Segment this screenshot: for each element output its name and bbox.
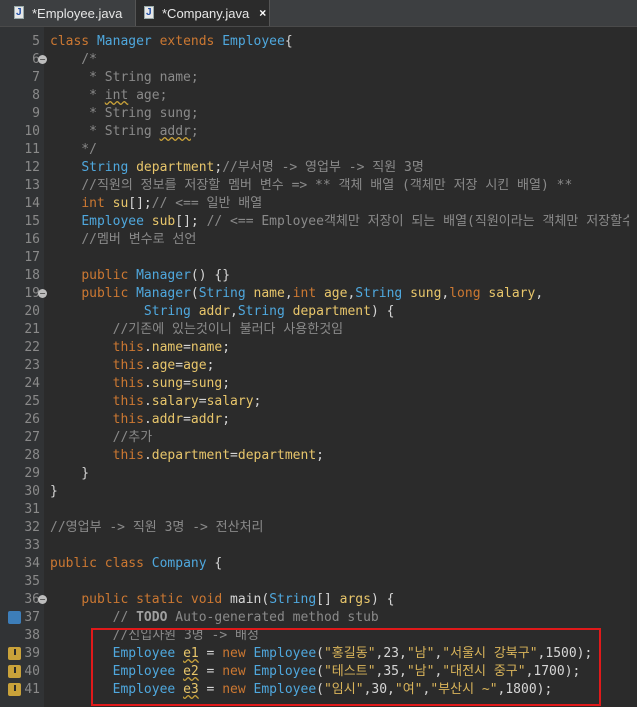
code-line[interactable]: * String sung;: [50, 105, 199, 123]
close-icon[interactable]: ×: [259, 6, 266, 20]
line-number: 6: [32, 52, 40, 67]
code-line[interactable]: * String name;: [50, 69, 199, 87]
java-file-icon: J: [144, 6, 156, 20]
code-line[interactable]: //멤버 변수로 선언: [50, 231, 196, 249]
code-line[interactable]: this.salary=salary;: [50, 393, 262, 411]
tab-company-java[interactable]: J *Company.java ×: [135, 0, 270, 26]
line-number: 12: [24, 160, 40, 175]
code-line[interactable]: public static void main(String[] args) {: [50, 591, 394, 609]
line-number: 14: [24, 196, 40, 211]
code-line[interactable]: String addr,String department) {: [50, 303, 395, 321]
code-line[interactable]: }: [50, 483, 58, 501]
code-line[interactable]: Employee sub[]; // <== Employee객체만 저장이 되…: [50, 213, 637, 231]
line-number: 9: [32, 106, 40, 121]
code-line[interactable]: */: [50, 141, 97, 159]
fold-toggle-icon[interactable]: −: [38, 289, 47, 298]
line-number: 17: [24, 250, 40, 265]
code-line[interactable]: }: [50, 465, 89, 483]
editor-gutter: 5 6 7 8 9 10 11 12 13 14 15 16 17 18 19 20 21 22 23 24 25 26 2…: [0, 27, 47, 707]
line-number: 38: [24, 628, 40, 643]
line-number: 31: [24, 502, 40, 517]
line-number: 16: [24, 232, 40, 247]
line-number: 15: [24, 214, 40, 229]
line-number: 27: [24, 430, 40, 445]
line-number: 26: [24, 412, 40, 427]
tab-employee-java[interactable]: J *Employee.java: [0, 0, 135, 26]
code-line[interactable]: public Manager(String name,int age,Strin…: [50, 285, 543, 303]
line-number: 22: [24, 340, 40, 355]
line-number: 29: [24, 466, 40, 481]
line-number: 25: [24, 394, 40, 409]
line-number: 33: [24, 538, 40, 553]
line-number: 30: [24, 484, 40, 499]
code-line[interactable]: String department;//부서명 -> 영업부 -> 직원 3명: [50, 159, 423, 177]
code-line[interactable]: * String addr;: [50, 123, 199, 141]
code-line[interactable]: // TODO Auto-generated method stub: [50, 609, 379, 627]
line-number: 21: [24, 322, 40, 337]
line-number: 10: [24, 124, 40, 139]
code-line[interactable]: /*: [50, 51, 97, 69]
fold-toggle-icon[interactable]: −: [38, 55, 47, 64]
tab-label: *Employee.java: [32, 5, 123, 21]
code-editor[interactable]: 5 6 7 8 9 10 11 12 13 14 15 16 17 18 19 20 21 22 23 24 25 26 2…: [0, 27, 637, 707]
java-file-icon: J: [14, 6, 26, 20]
warning-icon[interactable]: [8, 665, 21, 678]
line-number: 5: [32, 34, 40, 49]
task-marker-icon[interactable]: [8, 611, 21, 624]
line-number: 7: [32, 70, 40, 85]
line-number: 18: [24, 268, 40, 283]
code-line[interactable]: int su[];// <== 일반 배열: [50, 195, 262, 213]
code-line[interactable]: this.name=name;: [50, 339, 230, 357]
code-line[interactable]: class Manager extends Employee{: [50, 33, 293, 51]
line-number: 19: [24, 286, 40, 301]
line-number: 23: [24, 358, 40, 373]
tab-label: *Company.java: [162, 5, 250, 21]
code-line[interactable]: public Manager() {}: [50, 267, 230, 285]
code-line[interactable]: //기존에 있는것이니 불러다 사용한것임: [50, 321, 344, 339]
line-number: 20: [24, 304, 40, 319]
warning-icon[interactable]: [8, 647, 21, 660]
code-line[interactable]: * int age;: [50, 87, 167, 105]
code-line[interactable]: this.department=department;: [50, 447, 324, 465]
line-number: 8: [32, 88, 40, 103]
line-number: 34: [24, 556, 40, 571]
code-line[interactable]: public class Company {: [50, 555, 222, 573]
warning-icon[interactable]: [8, 683, 21, 696]
line-number: 35: [24, 574, 40, 589]
code-line[interactable]: this.addr=addr;: [50, 411, 230, 429]
line-number: 13: [24, 178, 40, 193]
annotation-highlight-box: [91, 628, 601, 706]
line-number: 32: [24, 520, 40, 535]
line-number: 28: [24, 448, 40, 463]
line-number: 24: [24, 376, 40, 391]
line-number: 36: [24, 592, 40, 607]
vertical-scrollbar[interactable]: [629, 27, 637, 707]
line-number: 11: [24, 142, 40, 157]
code-line[interactable]: this.sung=sung;: [50, 375, 230, 393]
code-line[interactable]: //추가: [50, 429, 153, 447]
fold-toggle-icon[interactable]: −: [38, 595, 47, 604]
code-line[interactable]: this.age=age;: [50, 357, 215, 375]
code-line[interactable]: //영업부 -> 직원 3명 -> 전산처리: [50, 519, 264, 537]
editor-tab-bar: J *Employee.java J *Company.java ×: [0, 0, 637, 27]
code-line[interactable]: //직원의 정보를 저장할 멤버 변수 => ** 객체 배열 (객체만 저장 …: [50, 177, 572, 195]
